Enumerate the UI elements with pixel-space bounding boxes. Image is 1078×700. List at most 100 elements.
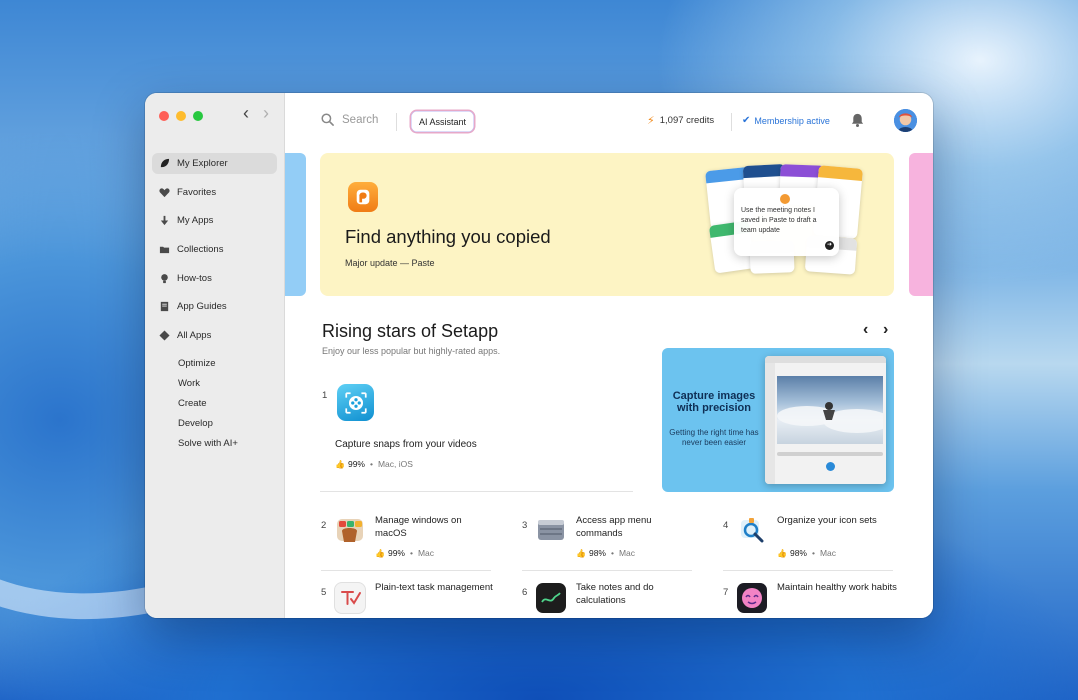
rank-number: 3 — [522, 520, 528, 531]
forward-arrow-icon[interactable]: › — [263, 103, 269, 124]
app-description: Organize your icon sets — [777, 515, 877, 526]
app-meta: 👍 99% • Mac, iOS — [335, 459, 413, 469]
sidebar-item-my-apps[interactable]: My Apps — [152, 210, 277, 231]
hero-title: Find anything you copied — [345, 226, 551, 247]
thumbs-up-icon: 👍 — [375, 548, 385, 558]
app-platforms: Mac — [819, 548, 837, 558]
sidebar-item-favorites[interactable]: Favorites — [152, 182, 277, 203]
ai-assistant-button[interactable]: AI Assistant — [411, 111, 475, 132]
sidebar-item-app-guides[interactable]: App Guides — [152, 296, 277, 317]
app-window: ‹ › My Explorer Favorites My Apps Collec… — [145, 93, 933, 618]
sidebar-subitem-optimize[interactable]: Optimize — [152, 354, 277, 374]
meta-separator: • — [369, 459, 373, 469]
app-list-item[interactable]: 3 Access app menu commands 👍 98% • Mac — [522, 513, 694, 571]
timeline-bar — [777, 452, 883, 456]
credits-label: 1,097 credits — [659, 115, 715, 126]
app-list-item[interactable]: 6 Take notes and do calculations — [522, 581, 694, 618]
rank-number: 6 — [522, 587, 528, 598]
sidebar-item-label: All Apps — [177, 330, 212, 342]
app-platforms: Mac, iOS — [377, 459, 413, 469]
sidebar-item-label: How-tos — [177, 272, 212, 284]
promo-banner[interactable]: Capture images with precision Getting th… — [662, 348, 894, 492]
app-description: Access app menu commands — [576, 515, 652, 539]
sidebar-item-label: Favorites — [177, 186, 217, 198]
rank-number: 7 — [723, 587, 729, 598]
menu-bar-app-icon — [536, 515, 566, 545]
sidebar-nav: My Explorer Favorites My Apps Collection… — [152, 153, 277, 454]
app-list-item[interactable]: 7 Maintain healthy work habits — [723, 581, 897, 618]
app-description: Capture snaps from your videos — [335, 439, 477, 450]
chevron-left-icon[interactable]: ‹ — [863, 321, 868, 339]
rank-number: 1 — [322, 390, 328, 401]
hero-subtitle: Major update — Paste — [345, 258, 435, 268]
membership-status[interactable]: ✔ Membership active — [742, 115, 830, 126]
sidebar-item-label: App Guides — [177, 301, 227, 313]
section-title: Rising stars of Setapp — [322, 321, 499, 341]
app-rating: 99% — [347, 459, 365, 469]
search-input[interactable]: Search — [321, 113, 378, 126]
meta-separator: • — [409, 548, 413, 558]
send-arrow-icon: ➜ — [825, 241, 834, 250]
membership-label: Membership active — [754, 115, 830, 126]
download-arrow-icon — [159, 215, 170, 226]
film-reel-app-icon — [337, 384, 374, 421]
sidebar: ‹ › My Explorer Favorites My Apps Collec… — [145, 93, 285, 618]
app-rating: 99% — [387, 548, 405, 558]
app-list-item[interactable]: 5 Plain-text task management — [321, 581, 493, 618]
task-checkmark-app-icon — [335, 583, 365, 613]
app-description: Plain-text task management — [375, 582, 493, 593]
book-icon — [159, 301, 170, 312]
meta-separator: • — [811, 548, 815, 558]
screenshot-sidebar — [765, 363, 775, 484]
sidebar-item-label: My Explorer — [177, 158, 228, 169]
healthy-habits-app-icon — [737, 583, 767, 613]
bell-icon[interactable] — [850, 112, 865, 128]
app-description: Maintain healthy work habits — [777, 582, 897, 593]
search-icon — [321, 113, 334, 126]
sidebar-item-how-tos[interactable]: How-tos — [152, 268, 277, 289]
divider — [396, 113, 397, 131]
sidebar-item-collections[interactable]: Collections — [152, 239, 277, 260]
sidebar-item-my-explorer[interactable]: My Explorer — [152, 153, 277, 174]
zoom-window-button[interactable] — [193, 111, 203, 121]
close-window-button[interactable] — [159, 111, 169, 121]
app-screenshot — [765, 356, 886, 484]
chevron-right-icon[interactable]: › — [883, 321, 888, 339]
section-subtitle: Enjoy our less popular but highly-rated … — [322, 346, 501, 356]
sidebar-item-label: My Apps — [177, 215, 214, 227]
app-rating: 98% — [588, 548, 606, 558]
app-platforms: Mac — [618, 548, 636, 558]
app-list-item[interactable]: 2 Manage windows on macOS 👍 99% • Mac — [321, 513, 493, 571]
app-description: Manage windows on macOS — [375, 515, 462, 539]
sidebar-item-label: Collections — [177, 244, 224, 256]
divider — [320, 491, 633, 492]
folder-icon — [159, 244, 170, 255]
sidebar-subitem-solve-with-ai[interactable]: Solve with AI+ — [152, 434, 277, 454]
sidebar-item-all-apps[interactable]: All Apps — [152, 325, 277, 346]
screenshot-titlebar — [765, 356, 886, 363]
back-arrow-icon[interactable]: ‹ — [243, 103, 249, 124]
diamond-icon — [159, 330, 170, 341]
sidebar-subitem-develop[interactable]: Develop — [152, 414, 277, 434]
app-list-item[interactable]: 4 Organize your icon sets 👍 98% • Mac — [723, 513, 895, 571]
carousel-previous-slide[interactable] — [285, 153, 306, 296]
divider — [321, 570, 491, 571]
hero-banner[interactable]: Find anything you copied Major update — … — [320, 153, 894, 296]
sidebar-subitem-work[interactable]: Work — [152, 374, 277, 394]
app-rating: 98% — [789, 548, 807, 558]
credits-display[interactable]: ⚡ 1,097 credits — [647, 114, 714, 127]
divider — [723, 570, 893, 571]
minimize-window-button[interactable] — [176, 111, 186, 121]
heart-icon — [159, 187, 170, 198]
user-avatar-icon — [894, 109, 917, 132]
rank-number: 4 — [723, 520, 729, 531]
sidebar-subitem-create[interactable]: Create — [152, 394, 277, 414]
assistant-prompt-bubble: Use the meeting notes I saved in Paste t… — [734, 188, 839, 256]
carousel-next-slide[interactable] — [909, 153, 933, 296]
video-frame — [777, 376, 886, 444]
prompt-text: Use the meeting notes I saved in Paste t… — [741, 207, 817, 234]
meta-separator: • — [610, 548, 614, 558]
avatar[interactable] — [894, 109, 917, 132]
rank-number: 5 — [321, 587, 327, 598]
app-meta: 👍 99% • Mac — [375, 548, 434, 558]
